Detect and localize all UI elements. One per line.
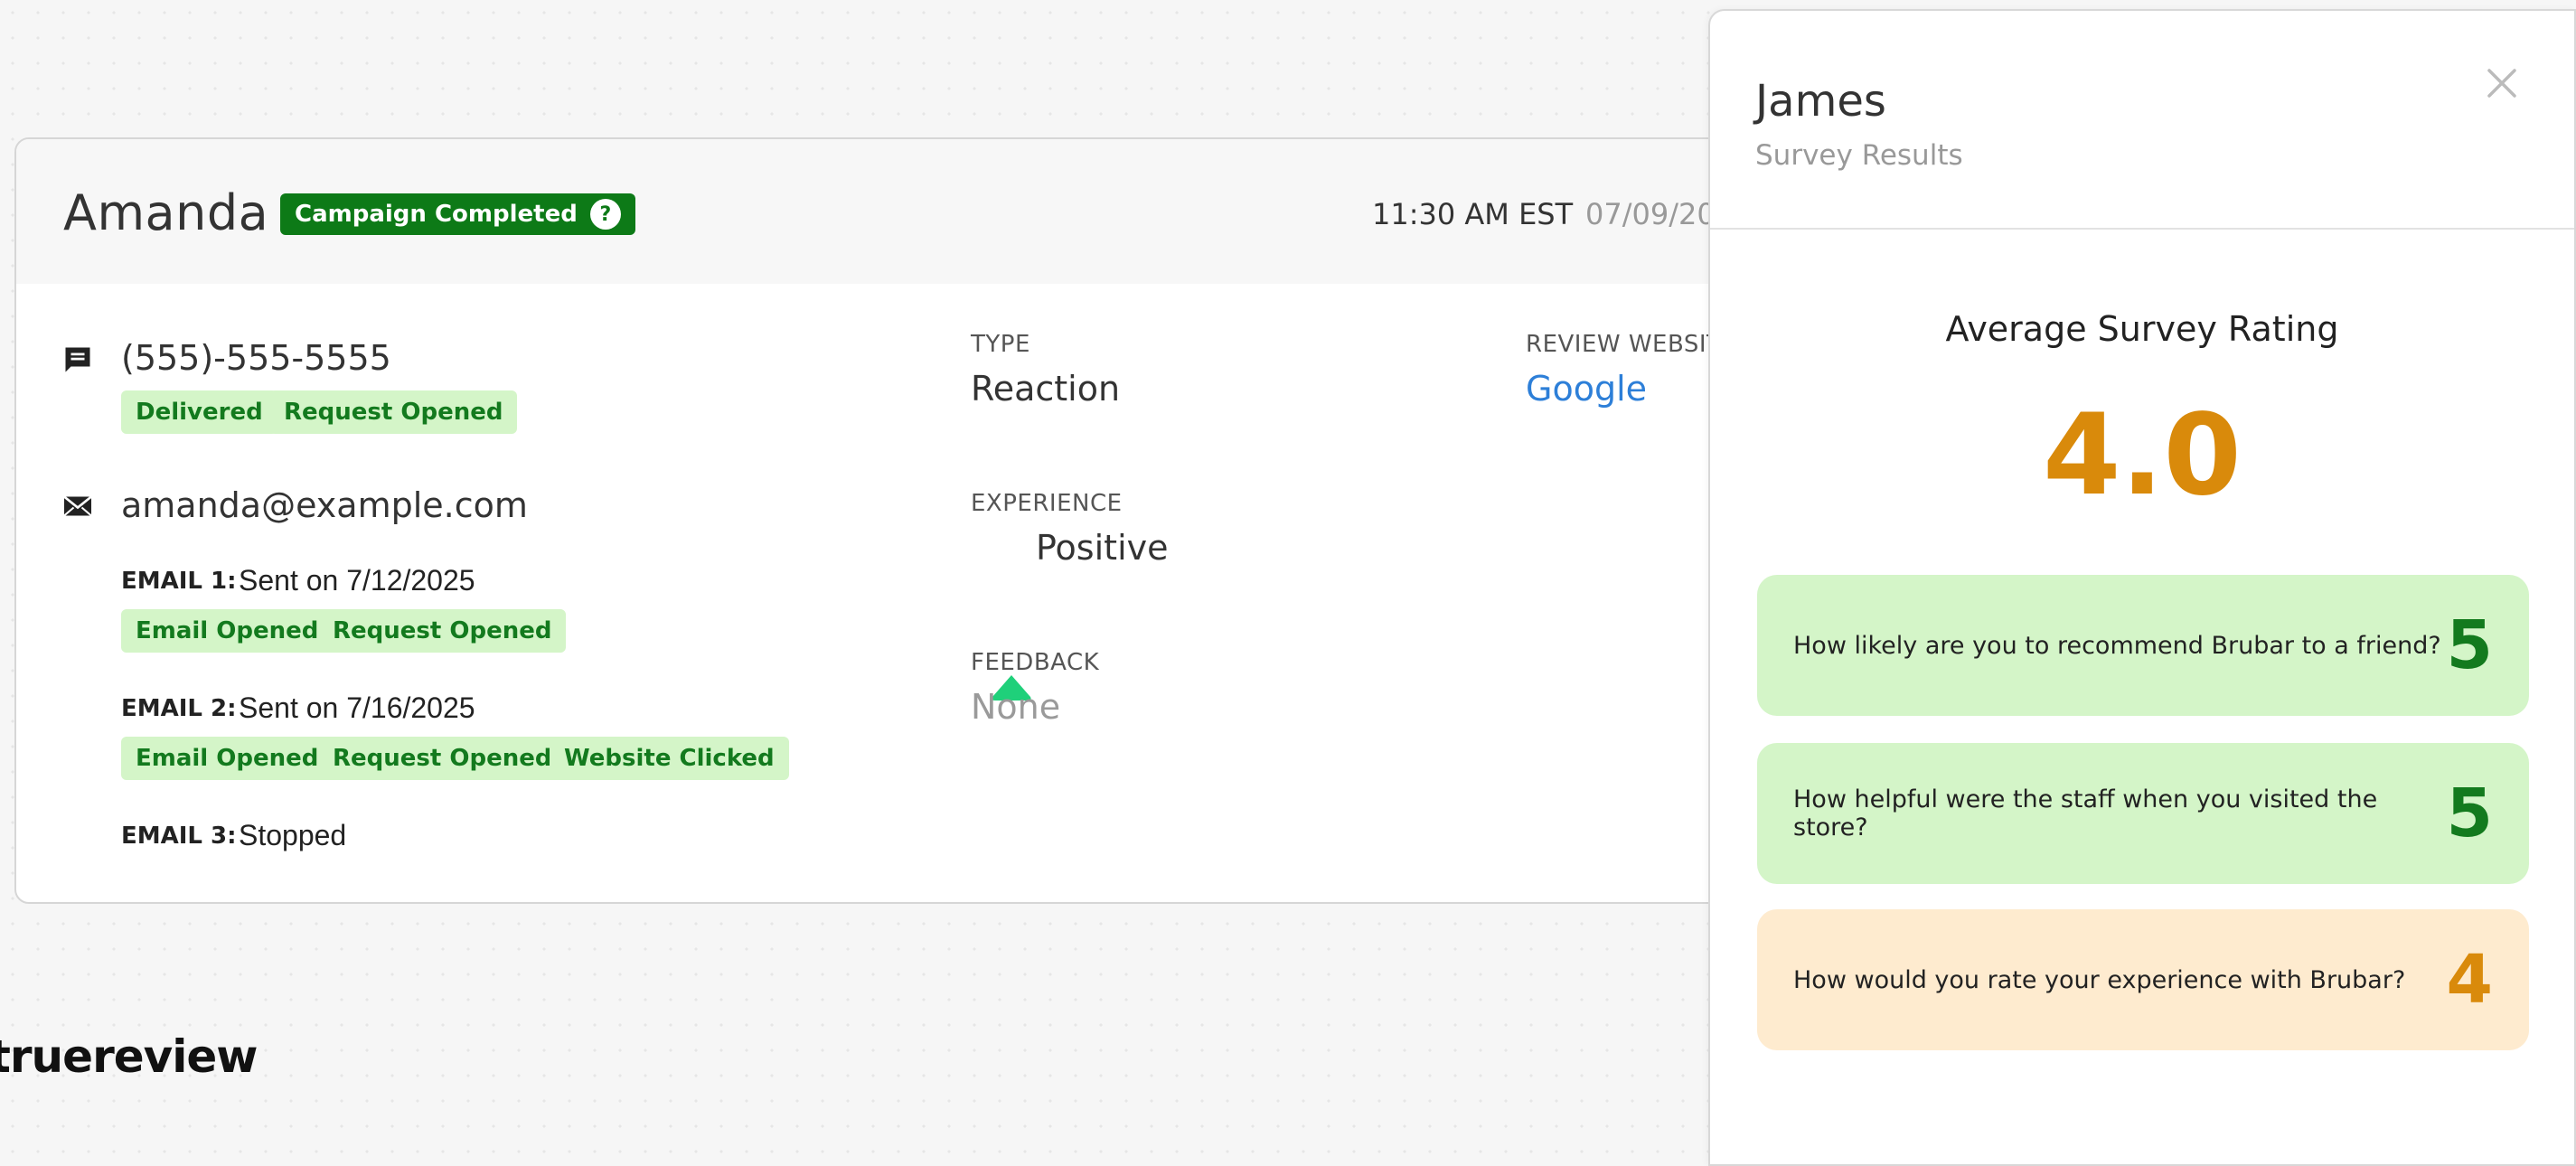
experience-value: Positive (1036, 528, 1169, 568)
sms-icon (65, 347, 90, 372)
feedback-value: None (971, 687, 1061, 727)
experience-label: EXPERIENCE (971, 490, 1123, 517)
panel-header: James Survey Results (1710, 11, 2574, 230)
email-2-label: EMAIL 2: (121, 695, 237, 722)
survey-question-score: 4 (2446, 941, 2494, 1019)
customer-name: Amanda (63, 184, 269, 241)
phone-number: (555)-555-5555 (121, 338, 391, 378)
panel-subtitle: Survey Results (1755, 139, 1963, 172)
type-value: Reaction (971, 369, 1121, 409)
email-3-label: EMAIL 3: (121, 823, 237, 850)
average-rating-value: 4.0 (2043, 390, 2242, 521)
email-2-tag-email-opened: Email Opened (121, 737, 334, 780)
email-address[interactable]: amanda@example.com (121, 485, 528, 525)
close-icon[interactable] (2480, 61, 2524, 105)
survey-question-text: How likely are you to recommend Brubar t… (1793, 631, 2441, 660)
email-1-label: EMAIL 1: (121, 568, 237, 595)
survey-question-card: How helpful were the staff when you visi… (1757, 743, 2529, 884)
review-website-link[interactable]: Google (1526, 369, 1647, 409)
survey-question-text: How helpful were the staff when you visi… (1793, 785, 2378, 842)
survey-question-score: 5 (2446, 607, 2494, 684)
email-1-tag-request-opened: Request Opened (318, 609, 567, 653)
email-3-status: Stopped (239, 819, 347, 851)
phone-tag-request-opened: Request Opened (269, 390, 518, 434)
campaign-status-text: Campaign Completed (295, 201, 578, 228)
email-2-tag-website-clicked: Website Clicked (550, 737, 789, 780)
brand-logo: truereview (0, 1030, 258, 1083)
feedback-label: FEEDBACK (971, 649, 1100, 676)
email-1-status: Sent on 7/12/2025 (239, 564, 475, 597)
survey-question-score: 5 (2446, 775, 2494, 852)
email-1-tag-email-opened: Email Opened (121, 609, 334, 653)
type-label: TYPE (971, 331, 1030, 358)
campaign-status-badge: Campaign Completed ? (280, 193, 635, 235)
help-icon[interactable]: ? (589, 199, 621, 230)
survey-question-card: How would you rate your experience with … (1757, 909, 2529, 1050)
mail-icon (63, 495, 92, 517)
review-website-label: REVIEW WEBSITE (1526, 331, 1737, 358)
contact-card: Amanda Campaign Completed ? 11:30 AM EST… (14, 137, 1822, 904)
survey-results-panel: James Survey Results Average Survey Rati… (1708, 9, 2576, 1166)
survey-question-text: How would you rate your experience with … (1793, 965, 2406, 994)
panel-customer-name: James (1755, 76, 1886, 127)
contact-time: 11:30 AM EST (1372, 197, 1574, 231)
email-2-status: Sent on 7/16/2025 (239, 691, 475, 724)
email-2-tag-request-opened: Request Opened (318, 737, 567, 780)
contact-card-header: Amanda Campaign Completed ? 11:30 AM EST… (16, 139, 1820, 284)
average-rating-title: Average Survey Rating (1945, 309, 2339, 349)
survey-question-card: How likely are you to recommend Brubar t… (1757, 575, 2529, 716)
phone-tag-delivered: Delivered (121, 390, 277, 434)
